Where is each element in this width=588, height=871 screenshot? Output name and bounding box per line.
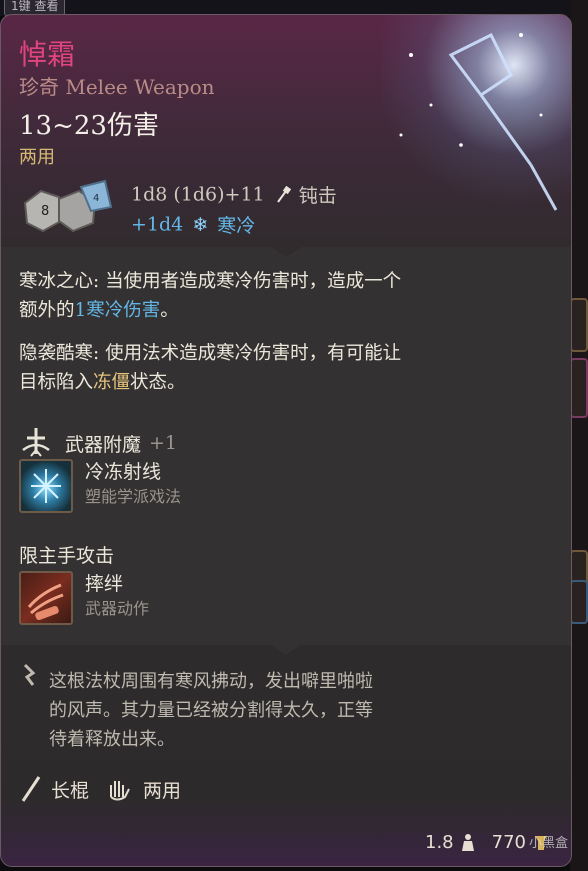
enchantment-label: 武器附魔 (65, 433, 142, 456)
effect-text-end: 状态。 (130, 372, 186, 393)
dice-icon: 8 4 (23, 179, 113, 233)
ray-of-frost-icon (19, 459, 73, 513)
card-bottom-glow (1, 796, 571, 866)
damage-range: 13~23伤害 (19, 111, 159, 141)
item-rarity-type: 珍奇 Melee Weapon (19, 75, 215, 99)
background-inventory-slot[interactable] (570, 358, 588, 418)
item-tooltip: 悼霜 珍奇 Melee Weapon 13~23伤害 两用 8 4 1d8 (1… (0, 14, 572, 867)
handedness-label: 两用 (19, 147, 55, 168)
blunt-damage-icon (276, 185, 291, 203)
weapon-enchant-icon (22, 428, 50, 457)
weight-icon (461, 833, 474, 851)
enchantment-value: +1 (149, 432, 178, 454)
main-hand-restriction: 限主手攻击 (19, 545, 115, 567)
effect-highlight: 冻僵 (93, 372, 131, 393)
bonus-damage-type: 寒冷 (217, 215, 256, 237)
effect-text-end: 。 (160, 300, 179, 321)
main-damage-type: 钝击 (298, 185, 337, 207)
spell-entry[interactable]: 冷冻射线 塑能学派戏法 (19, 459, 181, 513)
effect-name: 寒冰之心 (19, 271, 94, 292)
svg-text:8: 8 (41, 204, 49, 219)
item-weight: 1.8 (425, 832, 454, 853)
cold-snowflake-icon: ❄ (192, 213, 209, 236)
bonus-damage-dice: +1d4 (131, 213, 184, 236)
spell-type: 塑能学派戏法 (85, 487, 182, 506)
background-inventory-slot[interactable] (570, 580, 588, 624)
spell-entry[interactable]: 摔绊 武器动作 (19, 571, 149, 625)
effect-description: 寒冰之心: 当使用者造成寒冷伤害时，造成一个额外的1寒冷伤害。 (19, 267, 409, 325)
watermark: 小黑盒 (528, 836, 568, 851)
spell-type: 武器动作 (85, 599, 150, 618)
main-damage-line: 1d8 (1d6)+11 钝击 (131, 181, 337, 208)
topple-icon (19, 571, 73, 625)
spell-name: 冷冻射线 (85, 461, 162, 483)
main-damage-dice: 1d8 (1d6)+11 (131, 183, 265, 206)
section-divider (1, 643, 571, 655)
spell-name: 摔绊 (85, 573, 124, 595)
lore-text: 这根法杖周围有寒风拂动，发出噼里啪啦的风声。其力量已经被分割得太久，正等待着释放… (49, 671, 373, 750)
effect-highlight: 1寒冷伤害 (74, 300, 161, 321)
background-side-strip (570, 0, 588, 871)
background-inventory-slot[interactable] (570, 298, 588, 352)
effect-description: 隐袭酷寒: 使用法术造成寒冷伤害时，有可能让目标陷入冻僵状态。 (19, 339, 409, 397)
bonus-damage-line: +1d4 ❄ 寒冷 (131, 211, 255, 238)
effect-name: 隐袭酷寒 (19, 343, 94, 364)
item-name: 悼霜 (19, 38, 76, 71)
lore-quill-icon (23, 663, 36, 686)
item-value: 770 (491, 832, 526, 853)
item-artwork (381, 15, 571, 215)
svg-text:4: 4 (93, 193, 99, 204)
enchantment-row: 武器附魔 +1 (19, 425, 177, 461)
section-divider (1, 247, 571, 261)
